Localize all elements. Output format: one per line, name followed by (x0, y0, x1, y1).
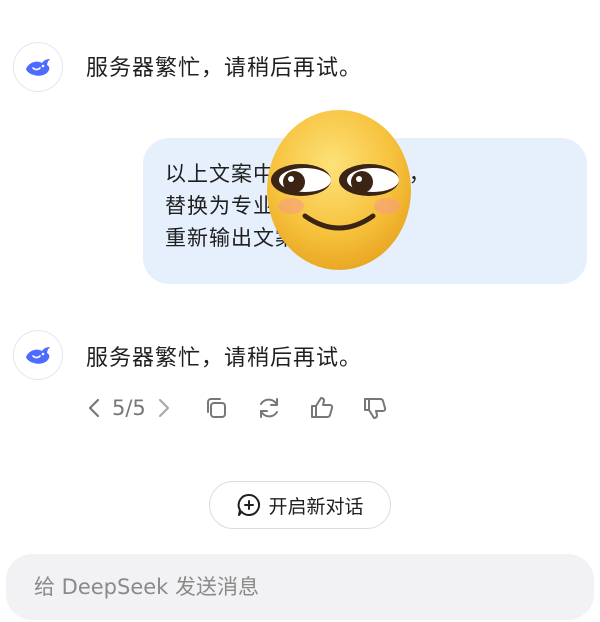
new-chat-icon (238, 493, 261, 516)
response-pager: 5/5 (82, 393, 176, 423)
smirk-emoji-icon (267, 110, 411, 270)
assistant-message-text: 服务器繁忙，请稍后再试。 (86, 346, 363, 371)
copy-icon[interactable] (198, 390, 234, 426)
deepseek-whale-icon (26, 347, 50, 364)
assistant-avatar (13, 42, 63, 92)
thumbs-down-icon[interactable] (357, 390, 393, 426)
new-chat-button[interactable]: 开启新对话 (209, 481, 391, 529)
chevron-right-icon[interactable] (152, 393, 176, 423)
assistant-avatar (13, 330, 63, 380)
message-composer (6, 554, 594, 620)
chevron-left-icon[interactable] (82, 393, 106, 423)
pager-count: 5/5 (112, 396, 146, 420)
regenerate-icon[interactable] (251, 390, 287, 426)
deepseek-whale-icon (26, 59, 50, 76)
message-action-bar: 5/5 (82, 388, 393, 428)
assistant-message-text: 服务器繁忙，请稍后再试。 (86, 56, 363, 81)
thumbs-up-icon[interactable] (304, 390, 340, 426)
message-input[interactable] (32, 574, 568, 600)
new-chat-label: 开启新对话 (268, 495, 364, 518)
